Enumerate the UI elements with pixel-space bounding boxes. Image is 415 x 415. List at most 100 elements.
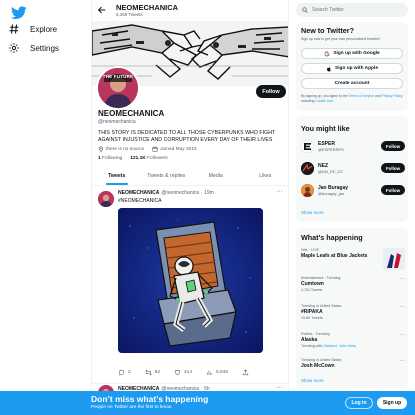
bar-chart-icon: [207, 370, 213, 375]
whats-happening-show-more[interactable]: Show more: [301, 378, 324, 383]
profile-avatar[interactable]: THE FUTURE: [96, 66, 140, 110]
suggested-user[interactable]: ESPER @ESPERRPS Follow: [301, 138, 405, 156]
followers-link[interactable]: 121.1K Followers: [130, 156, 167, 161]
tweet-text: #NEOMECHANICA: [118, 198, 162, 204]
profile-display-name: NEOMECHANICA: [98, 109, 165, 118]
more-options-icon[interactable]: ···: [400, 358, 405, 364]
who-to-follow-title: You might like: [301, 124, 350, 133]
sign-up-apple-button[interactable]: Sign up with Apple: [301, 63, 403, 74]
retweet-count: 62: [154, 370, 161, 375]
trend-context: Entertainment · Trending: [301, 276, 341, 280]
astronaut-in-chair-illustration: [118, 208, 263, 353]
create-account-button[interactable]: Create account: [301, 78, 403, 89]
trend-thumbnail: [383, 248, 405, 270]
share-button[interactable]: [242, 369, 249, 376]
more-options-icon[interactable]: ···: [400, 304, 405, 310]
nav-item-label: Settings: [30, 43, 59, 53]
trend-title: #RIPAKA: [301, 309, 323, 315]
suggested-user[interactable]: NEZ @NN_EE_ZZ Follow: [301, 160, 405, 178]
following-label: Following: [102, 156, 123, 161]
follow-button[interactable]: Follow: [256, 85, 286, 98]
twitter-bird-icon[interactable]: [11, 6, 27, 20]
google-icon: [324, 50, 330, 57]
terms-of-service-link[interactable]: Terms of Service: [349, 94, 374, 98]
more-options-icon[interactable]: ···: [276, 188, 283, 195]
new-to-twitter-card: New to Twitter? Sign up now to get your …: [296, 22, 408, 111]
tweet[interactable]: NEOMECHANICA @neomechanica · 19m ··· #NE…: [92, 186, 288, 384]
trend-item[interactable]: Politics · Trending Alaska Trending with…: [301, 332, 405, 348]
like-button[interactable]: 414: [174, 369, 192, 376]
more-options-icon[interactable]: ···: [400, 276, 405, 282]
trend-context: Politics · Trending: [301, 332, 330, 336]
search-box[interactable]: [296, 3, 408, 17]
who-to-follow-show-more[interactable]: Show more: [301, 210, 324, 215]
profile-bio: THIS STORY IS DEDICATED TO ALL THOSE CYB…: [98, 130, 276, 143]
reply-count: 2: [128, 370, 131, 375]
trend-item[interactable]: Trending in United States #RIPAKA 19.6K …: [301, 304, 405, 320]
reply-button[interactable]: 2: [118, 369, 131, 376]
profile-follow-stats: 1 Following 121.1K Followers: [98, 156, 168, 161]
tab-media[interactable]: Media: [191, 167, 241, 185]
sign-up-button[interactable]: Sign up: [377, 397, 407, 409]
sign-up-google-button[interactable]: Sign up with Google: [301, 48, 403, 59]
signup-prompt-bar: Don’t miss what’s happening People on Tw…: [0, 391, 415, 415]
trend-tweet-count: 19.6K Tweets: [301, 316, 323, 320]
google-button-label: Sign up with Google: [333, 51, 380, 56]
profile-column: NEOMECHANICA 6,369 Tweets THE FUTURE Fol…: [91, 0, 289, 415]
retweet-icon: [145, 369, 152, 376]
trend-related-label: Trending with: [301, 344, 323, 348]
heart-icon: [174, 370, 181, 376]
view-count: 6,846: [216, 370, 229, 375]
followers-count: 121.1K: [130, 156, 146, 161]
views-button[interactable]: 6,846: [206, 369, 228, 376]
log-in-button[interactable]: Log in: [345, 397, 373, 409]
trend-context: Trending in United States: [301, 304, 342, 308]
privacy-policy-link[interactable]: Privacy Policy: [381, 94, 402, 98]
user-avatar[interactable]: [301, 140, 314, 153]
follow-user-button[interactable]: Follow: [381, 185, 405, 195]
tweet-avatar[interactable]: [98, 191, 114, 207]
avatar-illustration: [301, 162, 314, 175]
follow-user-button[interactable]: Follow: [381, 141, 405, 151]
trend-tweet-count: 4,781 Tweets: [301, 288, 323, 292]
trend-item[interactable]: Entertainment · Trending Cumtown 4,781 T…: [301, 276, 405, 292]
search-input[interactable]: [312, 7, 402, 13]
tweet-author-name[interactable]: NEOMECHANICA: [118, 190, 159, 196]
terms-notice: By signing up, you agree to the Terms of…: [301, 94, 405, 103]
retweet-button[interactable]: 62: [145, 369, 160, 376]
more-options-icon[interactable]: ···: [400, 332, 405, 338]
followers-label: Followers: [147, 156, 168, 161]
follow-user-button[interactable]: Follow: [381, 163, 405, 173]
trend-related-links[interactable]: Obstruct, John Kirby: [323, 344, 356, 348]
profile-joined: Joined May 2015: [152, 146, 197, 152]
terms-prefix: By signing up, you agree to the: [301, 94, 348, 98]
user-handle: @NN_EE_ZZ: [318, 169, 343, 174]
tweet-author-handle[interactable]: @neomechanica: [161, 190, 199, 196]
tweet-header: NEOMECHANICA @neomechanica · 19m: [118, 190, 214, 196]
nav-item-explore[interactable]: Explore: [8, 23, 57, 35]
who-to-follow-card: You might like ESPER @ESPERRPS Follow NE…: [296, 116, 408, 222]
user-avatar[interactable]: [301, 184, 314, 197]
tweet-image[interactable]: [118, 208, 263, 353]
following-link[interactable]: 1 Following: [98, 156, 122, 161]
back-arrow-icon[interactable]: [97, 5, 107, 15]
gear-icon: [9, 43, 19, 53]
cookie-use-link[interactable]: Cookie Use.: [315, 99, 333, 103]
nav-item-settings[interactable]: Settings: [8, 42, 59, 54]
tab-likes[interactable]: Likes: [241, 167, 289, 185]
tab-tweets-and-replies[interactable]: Tweets & replies: [142, 167, 192, 185]
trend-related: Trending with Obstruct, John Kirby: [301, 344, 405, 348]
apple-button-label: Sign up with Apple: [335, 66, 378, 71]
tab-tweets[interactable]: Tweets: [92, 167, 142, 185]
trend-item[interactable]: Trending in United States Josh McCown ··…: [301, 358, 405, 369]
avatar-illustration: [98, 191, 114, 207]
suggested-user[interactable]: Jan Buragay @buragay_jan Follow: [301, 182, 405, 200]
more-options-icon[interactable]: ···: [276, 384, 283, 391]
prompt-title: Don’t miss what’s happening: [91, 394, 209, 404]
tweet-time[interactable]: · 19m: [201, 190, 214, 196]
like-count: 414: [184, 370, 193, 375]
profile-meta: there is no source Joined May 2015: [98, 146, 197, 152]
trend-item[interactable]: NHL · LIVE Maple Leafs at Blue Jackets: [301, 248, 405, 270]
user-avatar[interactable]: [301, 162, 314, 175]
reply-icon: [118, 369, 125, 376]
